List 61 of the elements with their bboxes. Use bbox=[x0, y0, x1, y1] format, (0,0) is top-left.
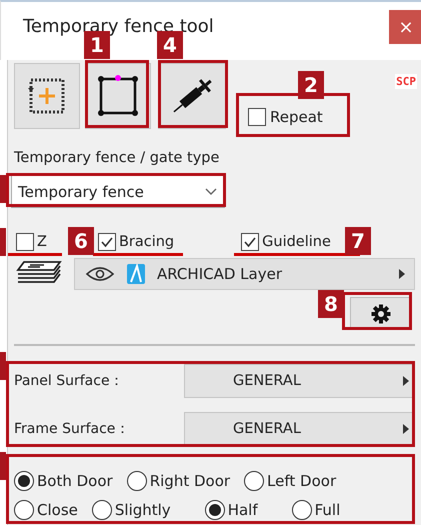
callout-badge: 2 bbox=[298, 71, 324, 99]
arrow-right-icon bbox=[402, 423, 410, 435]
highlight-frame bbox=[158, 60, 228, 128]
radio-option[interactable]: Left Door bbox=[244, 469, 336, 493]
arrow-right-icon bbox=[398, 268, 406, 280]
checkbox[interactable] bbox=[248, 108, 266, 126]
radio-label: Left Door bbox=[267, 472, 336, 490]
radio-button[interactable] bbox=[126, 471, 147, 491]
highlight-frame bbox=[85, 60, 149, 128]
pick-button[interactable] bbox=[158, 63, 226, 129]
eye-icon bbox=[85, 266, 115, 282]
add-region-button[interactable] bbox=[14, 63, 80, 129]
radio-label: Close bbox=[37, 501, 78, 519]
option-checkbox[interactable]: Z bbox=[16, 232, 47, 252]
radio-option[interactable]: Close bbox=[14, 498, 78, 522]
callout-badge: 4 bbox=[157, 31, 183, 59]
radio-button[interactable] bbox=[244, 471, 264, 491]
radio-label: Both Door bbox=[37, 472, 113, 490]
radio-label: Right Door bbox=[150, 472, 230, 490]
radio-button[interactable] bbox=[92, 500, 112, 520]
arrow-right-icon bbox=[402, 375, 410, 387]
surface-selector[interactable]: GENERAL bbox=[184, 364, 415, 398]
radio-option[interactable]: Right Door bbox=[126, 469, 230, 493]
highlight-underline bbox=[8, 253, 62, 256]
close-button[interactable]: × bbox=[389, 10, 421, 44]
archicad-logo-icon bbox=[127, 264, 145, 284]
surface-selector[interactable]: GENERAL bbox=[184, 412, 415, 446]
radio-option[interactable]: Both Door bbox=[14, 469, 113, 493]
radio-label: Half bbox=[228, 501, 258, 519]
surface-label: Panel Surface： bbox=[14, 372, 125, 390]
surface-label: Frame Surface： bbox=[14, 420, 130, 438]
radio-option[interactable]: Full bbox=[292, 498, 340, 522]
radio-label: Full bbox=[314, 501, 340, 519]
radio-label: Slightly bbox=[114, 501, 171, 519]
callout-badge: 8 bbox=[318, 290, 344, 318]
repeat-label: Repeat bbox=[270, 108, 323, 126]
repeat-checkbox[interactable]: Repeat bbox=[248, 108, 323, 126]
radio-button[interactable] bbox=[14, 500, 34, 520]
radio-option[interactable]: Half bbox=[204, 498, 258, 522]
scp-logo: SCP bbox=[395, 74, 417, 89]
radio-button[interactable] bbox=[14, 471, 34, 491]
layer-name: ARCHICAD Layer bbox=[157, 265, 283, 283]
callout-badge: 6 bbox=[68, 227, 94, 255]
option-checkbox[interactable]: Bracing bbox=[98, 232, 174, 252]
callout-badge: 7 bbox=[345, 227, 371, 255]
checkbox-label: Bracing bbox=[118, 234, 174, 250]
checkbox[interactable] bbox=[241, 233, 260, 251]
settings-icon bbox=[371, 304, 391, 324]
radio-button[interactable] bbox=[204, 500, 225, 520]
checkbox-label: Guideline bbox=[262, 234, 331, 250]
chevron-down-icon bbox=[204, 186, 218, 196]
checkbox-label: Z bbox=[37, 234, 47, 250]
type-label: Temporary fence / gate type bbox=[14, 150, 220, 168]
square-nodes-icon bbox=[96, 74, 140, 118]
checkbox[interactable] bbox=[16, 233, 34, 251]
layer-selector[interactable]: ARCHICAD Layer bbox=[74, 258, 415, 290]
checkbox[interactable] bbox=[98, 233, 116, 251]
radio-option[interactable]: Slightly bbox=[92, 498, 171, 522]
callout-badge: 1 bbox=[84, 31, 110, 59]
option-checkbox[interactable]: Guideline bbox=[241, 232, 331, 252]
radio-button[interactable] bbox=[292, 500, 312, 520]
